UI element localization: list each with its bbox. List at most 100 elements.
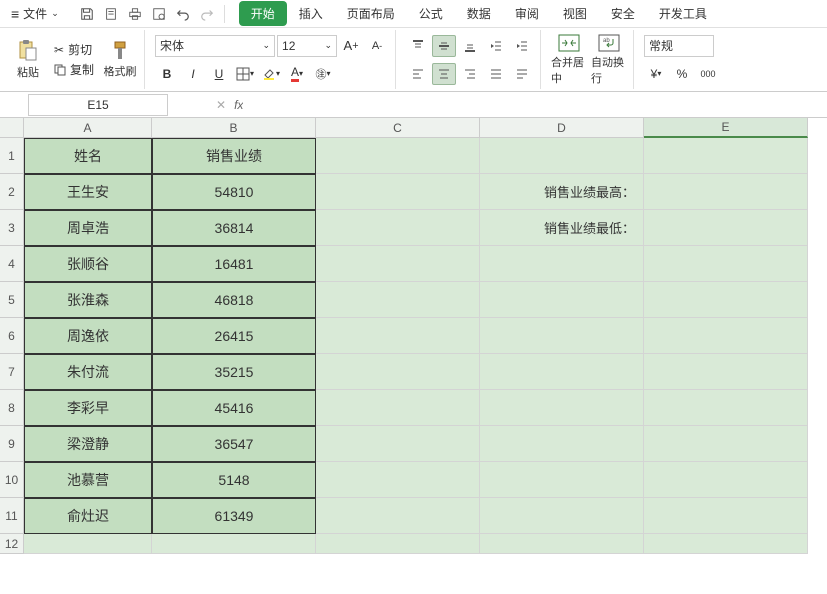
align-middle-icon[interactable] bbox=[432, 35, 456, 57]
cell[interactable] bbox=[316, 462, 480, 498]
row-header[interactable]: 11 bbox=[0, 498, 24, 534]
cell[interactable]: 36814 bbox=[152, 210, 316, 246]
row-header[interactable]: 5 bbox=[0, 282, 24, 318]
row-header[interactable]: 8 bbox=[0, 390, 24, 426]
cell[interactable] bbox=[316, 282, 480, 318]
tab-data[interactable]: 数据 bbox=[455, 1, 503, 26]
underline-button[interactable]: U bbox=[207, 63, 231, 85]
cell[interactable]: 王生安 bbox=[24, 174, 152, 210]
tab-developer[interactable]: 开发工具 bbox=[647, 1, 719, 26]
cell[interactable]: 张淮森 bbox=[24, 282, 152, 318]
cell[interactable] bbox=[480, 462, 644, 498]
grid[interactable]: A B C D E 1 姓名 销售业绩 2 王生安 54810 销售业绩最高： … bbox=[0, 118, 827, 554]
cell[interactable]: 54810 bbox=[152, 174, 316, 210]
border-button[interactable]: ▾ bbox=[233, 63, 257, 85]
cell[interactable] bbox=[644, 462, 808, 498]
tab-security[interactable]: 安全 bbox=[599, 1, 647, 26]
formula-input[interactable] bbox=[243, 94, 827, 116]
decrease-font-icon[interactable]: A- bbox=[365, 35, 389, 57]
increase-font-icon[interactable]: A+ bbox=[339, 35, 363, 57]
cell[interactable]: 俞灶迟 bbox=[24, 498, 152, 534]
col-header-b[interactable]: B bbox=[152, 118, 316, 138]
cut-button[interactable]: ✂剪切 bbox=[50, 41, 98, 59]
cell[interactable] bbox=[480, 534, 644, 554]
font-color-button[interactable]: A▾ bbox=[285, 63, 309, 85]
select-all-corner[interactable] bbox=[0, 118, 24, 138]
row-header[interactable]: 2 bbox=[0, 174, 24, 210]
cell[interactable]: 李彩早 bbox=[24, 390, 152, 426]
currency-icon[interactable]: ¥▾ bbox=[644, 63, 668, 85]
tab-review[interactable]: 审阅 bbox=[503, 1, 551, 26]
cell[interactable]: 销售业绩最低： bbox=[480, 210, 644, 246]
save-icon[interactable] bbox=[76, 3, 98, 25]
cancel-icon[interactable]: ✕ bbox=[216, 98, 226, 112]
cell[interactable]: 姓名 bbox=[24, 138, 152, 174]
cell[interactable] bbox=[644, 138, 808, 174]
row-header[interactable]: 12 bbox=[0, 534, 24, 554]
justify-icon[interactable] bbox=[484, 63, 508, 85]
row-header[interactable]: 3 bbox=[0, 210, 24, 246]
tab-insert[interactable]: 插入 bbox=[287, 1, 335, 26]
undo-icon[interactable] bbox=[172, 3, 194, 25]
cell[interactable] bbox=[480, 318, 644, 354]
export-icon[interactable] bbox=[148, 3, 170, 25]
row-header[interactable]: 7 bbox=[0, 354, 24, 390]
col-header-d[interactable]: D bbox=[480, 118, 644, 138]
fx-icon[interactable]: fx bbox=[234, 98, 243, 112]
wrap-text-button[interactable]: ab 自动换行 bbox=[591, 32, 627, 88]
row-header[interactable]: 9 bbox=[0, 426, 24, 462]
redo-icon[interactable] bbox=[196, 3, 218, 25]
percent-icon[interactable]: % bbox=[670, 63, 694, 85]
cell[interactable]: 46818 bbox=[152, 282, 316, 318]
name-box[interactable]: E15 bbox=[28, 94, 168, 116]
cell[interactable]: 销售业绩最高： bbox=[480, 174, 644, 210]
cell[interactable]: 35215 bbox=[152, 354, 316, 390]
align-bottom-icon[interactable] bbox=[458, 35, 482, 57]
paste-button[interactable]: 粘贴 bbox=[10, 32, 46, 88]
tab-view[interactable]: 视图 bbox=[551, 1, 599, 26]
merge-center-button[interactable]: 合并居中 bbox=[551, 32, 587, 88]
cell[interactable] bbox=[316, 390, 480, 426]
cell[interactable] bbox=[644, 498, 808, 534]
font-size-select[interactable]: 12⌄ bbox=[277, 35, 337, 57]
tab-start[interactable]: 开始 bbox=[239, 1, 287, 26]
cell[interactable] bbox=[316, 138, 480, 174]
cell[interactable] bbox=[644, 534, 808, 554]
cell[interactable] bbox=[644, 390, 808, 426]
print-preview-icon[interactable] bbox=[100, 3, 122, 25]
cell[interactable]: 36547 bbox=[152, 426, 316, 462]
increase-indent-icon[interactable] bbox=[510, 35, 534, 57]
font-name-select[interactable]: 宋体⌄ bbox=[155, 35, 275, 57]
cell[interactable] bbox=[316, 318, 480, 354]
cell[interactable] bbox=[316, 210, 480, 246]
row-header[interactable]: 1 bbox=[0, 138, 24, 174]
cell[interactable] bbox=[644, 174, 808, 210]
distribute-icon[interactable] bbox=[510, 63, 534, 85]
cell[interactable] bbox=[644, 282, 808, 318]
italic-button[interactable]: I bbox=[181, 63, 205, 85]
cell[interactable] bbox=[152, 534, 316, 554]
decrease-indent-icon[interactable] bbox=[484, 35, 508, 57]
cell[interactable] bbox=[480, 426, 644, 462]
row-header[interactable]: 4 bbox=[0, 246, 24, 282]
thousands-icon[interactable]: 000 bbox=[696, 63, 720, 85]
align-left-icon[interactable] bbox=[406, 63, 430, 85]
cell[interactable] bbox=[644, 210, 808, 246]
cell[interactable] bbox=[316, 246, 480, 282]
cell[interactable]: 5148 bbox=[152, 462, 316, 498]
cell[interactable] bbox=[316, 534, 480, 554]
cell[interactable] bbox=[644, 246, 808, 282]
cell[interactable]: 26415 bbox=[152, 318, 316, 354]
cell[interactable] bbox=[480, 138, 644, 174]
cell[interactable] bbox=[644, 354, 808, 390]
cell[interactable] bbox=[24, 534, 152, 554]
align-center-icon[interactable] bbox=[432, 63, 456, 85]
cell[interactable]: 61349 bbox=[152, 498, 316, 534]
fill-color-button[interactable]: ▾ bbox=[259, 63, 283, 85]
col-header-a[interactable]: A bbox=[24, 118, 152, 138]
cell[interactable] bbox=[480, 390, 644, 426]
cell[interactable]: 朱付流 bbox=[24, 354, 152, 390]
cell[interactable] bbox=[644, 426, 808, 462]
cell[interactable] bbox=[316, 174, 480, 210]
cell[interactable]: 池慕营 bbox=[24, 462, 152, 498]
